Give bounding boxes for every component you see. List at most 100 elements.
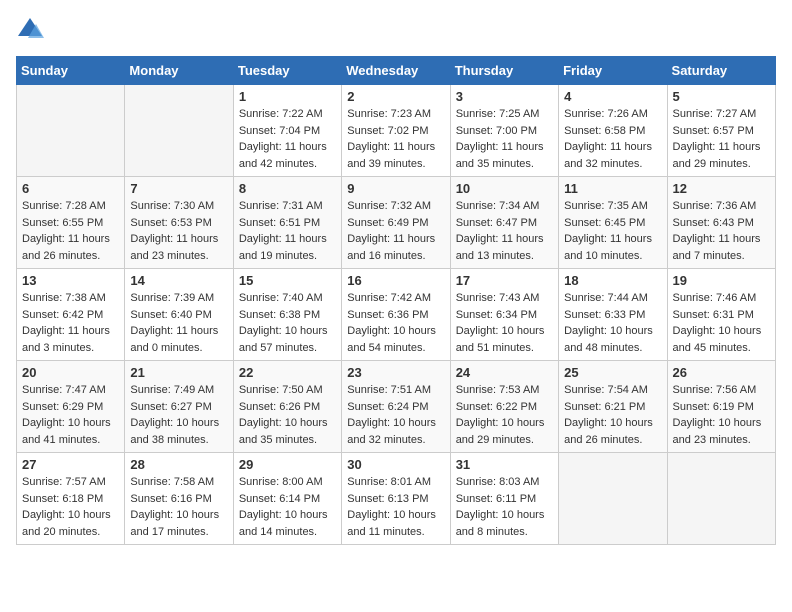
weekday-header-sunday: Sunday bbox=[17, 57, 125, 85]
day-info: Sunrise: 7:57 AMSunset: 6:18 PMDaylight:… bbox=[22, 474, 119, 540]
calendar-cell: 25 Sunrise: 7:54 AMSunset: 6:21 PMDayligh… bbox=[559, 361, 667, 453]
day-info: Sunrise: 7:46 AMSunset: 6:31 PMDaylight:… bbox=[673, 290, 770, 356]
calendar-cell: 21Sunrise: 7:49 AMSunset: 6:27 PMDayligh… bbox=[125, 361, 233, 453]
day-info: Sunrise: 7:36 AMSunset: 6:43 PMDaylight:… bbox=[673, 198, 770, 264]
day-number: 16 bbox=[347, 273, 444, 288]
calendar-cell: 2Sunrise: 7:23 AMSunset: 7:02 PMDaylight… bbox=[342, 85, 450, 177]
day-number: 14 bbox=[130, 273, 227, 288]
calendar-cell: 30 Sunrise: 8:01 AMSunset: 6:13 PMDayligh… bbox=[342, 453, 450, 545]
calendar-week-row: 1Sunrise: 7:22 AMSunset: 7:04 PMDaylight… bbox=[17, 85, 776, 177]
calendar-cell bbox=[125, 85, 233, 177]
calendar-cell: 28 Sunrise: 7:58 AMSunset: 6:16 PMDayligh… bbox=[125, 453, 233, 545]
day-number: 7 bbox=[130, 181, 227, 196]
day-number: 15 bbox=[239, 273, 336, 288]
day-info: Sunrise: 7:47 AMSunset: 6:29 PMDaylight:… bbox=[22, 382, 119, 448]
day-info: Sunrise: 7:30 AMSunset: 6:53 PMDaylight:… bbox=[130, 198, 227, 264]
day-info: Sunrise: 7:26 AMSunset: 6:58 PMDaylight:… bbox=[564, 106, 661, 172]
page-header bbox=[16, 16, 776, 44]
day-info: Sunrise: 7:38 AMSunset: 6:42 PMDaylight:… bbox=[22, 290, 119, 356]
calendar-cell: 27Sunrise: 7:57 AMSunset: 6:18 PMDayligh… bbox=[17, 453, 125, 545]
day-number: 23 bbox=[347, 365, 444, 380]
calendar-cell: 18Sunrise: 7:44 AMSunset: 6:33 PMDayligh… bbox=[559, 269, 667, 361]
day-info: Sunrise: 8:01 AMSunset: 6:13 PMDaylight:… bbox=[347, 474, 444, 540]
day-info: Sunrise: 7:28 AMSunset: 6:55 PMDaylight:… bbox=[22, 198, 119, 264]
day-info: Sunrise: 7:58 AMSunset: 6:16 PMDaylight:… bbox=[130, 474, 227, 540]
day-number: 20 bbox=[22, 365, 119, 380]
calendar-cell: 12 Sunrise: 7:36 AMSunset: 6:43 PMDayligh… bbox=[667, 177, 775, 269]
day-info: Sunrise: 8:00 AMSunset: 6:14 PMDaylight:… bbox=[239, 474, 336, 540]
logo-icon bbox=[16, 16, 44, 44]
calendar-week-row: 27Sunrise: 7:57 AMSunset: 6:18 PMDayligh… bbox=[17, 453, 776, 545]
day-info: Sunrise: 7:31 AMSunset: 6:51 PMDaylight:… bbox=[239, 198, 336, 264]
weekday-header-thursday: Thursday bbox=[450, 57, 558, 85]
calendar-cell: 14Sunrise: 7:39 AMSunset: 6:40 PMDayligh… bbox=[125, 269, 233, 361]
calendar-cell: 17 Sunrise: 7:43 AMSunset: 6:34 PMDayligh… bbox=[450, 269, 558, 361]
day-number: 12 bbox=[673, 181, 770, 196]
weekday-header-saturday: Saturday bbox=[667, 57, 775, 85]
calendar-cell: 9 Sunrise: 7:32 AMSunset: 6:49 PMDaylight… bbox=[342, 177, 450, 269]
calendar-week-row: 13 Sunrise: 7:38 AMSunset: 6:42 PMDayligh… bbox=[17, 269, 776, 361]
calendar-cell: 10 Sunrise: 7:34 AMSunset: 6:47 PMDayligh… bbox=[450, 177, 558, 269]
day-info: Sunrise: 7:54 AMSunset: 6:21 PMDaylight:… bbox=[564, 382, 661, 448]
calendar-cell: 29 Sunrise: 8:00 AMSunset: 6:14 PMDayligh… bbox=[233, 453, 341, 545]
day-info: Sunrise: 7:25 AMSunset: 7:00 PMDaylight:… bbox=[456, 106, 553, 172]
day-number: 25 bbox=[564, 365, 661, 380]
weekday-header-tuesday: Tuesday bbox=[233, 57, 341, 85]
day-number: 28 bbox=[130, 457, 227, 472]
calendar-cell: 22Sunrise: 7:50 AMSunset: 6:26 PMDayligh… bbox=[233, 361, 341, 453]
weekday-header-row: SundayMondayTuesdayWednesdayThursdayFrid… bbox=[17, 57, 776, 85]
logo bbox=[16, 16, 48, 44]
calendar-cell: 26 Sunrise: 7:56 AMSunset: 6:19 PMDayligh… bbox=[667, 361, 775, 453]
day-info: Sunrise: 7:34 AMSunset: 6:47 PMDaylight:… bbox=[456, 198, 553, 264]
day-number: 9 bbox=[347, 181, 444, 196]
calendar-cell: 31 Sunrise: 8:03 AMSunset: 6:11 PMDayligh… bbox=[450, 453, 558, 545]
calendar-cell: 16 Sunrise: 7:42 AMSunset: 6:36 PMDayligh… bbox=[342, 269, 450, 361]
weekday-header-wednesday: Wednesday bbox=[342, 57, 450, 85]
calendar-cell bbox=[667, 453, 775, 545]
day-number: 19 bbox=[673, 273, 770, 288]
day-number: 11 bbox=[564, 181, 661, 196]
calendar-week-row: 6 Sunrise: 7:28 AMSunset: 6:55 PMDaylight… bbox=[17, 177, 776, 269]
day-number: 3 bbox=[456, 89, 553, 104]
calendar-cell: 8 Sunrise: 7:31 AMSunset: 6:51 PMDaylight… bbox=[233, 177, 341, 269]
day-info: Sunrise: 7:51 AMSunset: 6:24 PMDaylight:… bbox=[347, 382, 444, 448]
day-info: Sunrise: 7:27 AMSunset: 6:57 PMDaylight:… bbox=[673, 106, 770, 172]
day-info: Sunrise: 7:32 AMSunset: 6:49 PMDaylight:… bbox=[347, 198, 444, 264]
calendar-cell: 5 Sunrise: 7:27 AMSunset: 6:57 PMDaylight… bbox=[667, 85, 775, 177]
calendar-table: SundayMondayTuesdayWednesdayThursdayFrid… bbox=[16, 56, 776, 545]
day-number: 10 bbox=[456, 181, 553, 196]
calendar-cell: 15Sunrise: 7:40 AMSunset: 6:38 PMDayligh… bbox=[233, 269, 341, 361]
day-number: 17 bbox=[456, 273, 553, 288]
calendar-cell: 23 Sunrise: 7:51 AMSunset: 6:24 PMDayligh… bbox=[342, 361, 450, 453]
day-number: 30 bbox=[347, 457, 444, 472]
day-number: 6 bbox=[22, 181, 119, 196]
calendar-cell: 7 Sunrise: 7:30 AMSunset: 6:53 PMDaylight… bbox=[125, 177, 233, 269]
calendar-cell: 1Sunrise: 7:22 AMSunset: 7:04 PMDaylight… bbox=[233, 85, 341, 177]
day-info: Sunrise: 7:35 AMSunset: 6:45 PMDaylight:… bbox=[564, 198, 661, 264]
calendar-cell: 6 Sunrise: 7:28 AMSunset: 6:55 PMDaylight… bbox=[17, 177, 125, 269]
weekday-header-friday: Friday bbox=[559, 57, 667, 85]
day-info: Sunrise: 7:56 AMSunset: 6:19 PMDaylight:… bbox=[673, 382, 770, 448]
day-number: 5 bbox=[673, 89, 770, 104]
day-number: 1 bbox=[239, 89, 336, 104]
calendar-cell: 4Sunrise: 7:26 AMSunset: 6:58 PMDaylight… bbox=[559, 85, 667, 177]
day-info: Sunrise: 7:50 AMSunset: 6:26 PMDaylight:… bbox=[239, 382, 336, 448]
calendar-cell: 11 Sunrise: 7:35 AMSunset: 6:45 PMDayligh… bbox=[559, 177, 667, 269]
day-number: 18 bbox=[564, 273, 661, 288]
calendar-cell: 3 Sunrise: 7:25 AMSunset: 7:00 PMDaylight… bbox=[450, 85, 558, 177]
day-info: Sunrise: 7:53 AMSunset: 6:22 PMDaylight:… bbox=[456, 382, 553, 448]
day-number: 24 bbox=[456, 365, 553, 380]
day-number: 8 bbox=[239, 181, 336, 196]
day-number: 26 bbox=[673, 365, 770, 380]
calendar-week-row: 20 Sunrise: 7:47 AMSunset: 6:29 PMDayligh… bbox=[17, 361, 776, 453]
calendar-cell: 13 Sunrise: 7:38 AMSunset: 6:42 PMDayligh… bbox=[17, 269, 125, 361]
day-number: 13 bbox=[22, 273, 119, 288]
day-info: Sunrise: 7:23 AMSunset: 7:02 PMDaylight:… bbox=[347, 106, 444, 172]
day-info: Sunrise: 7:42 AMSunset: 6:36 PMDaylight:… bbox=[347, 290, 444, 356]
day-info: Sunrise: 7:43 AMSunset: 6:34 PMDaylight:… bbox=[456, 290, 553, 356]
day-number: 29 bbox=[239, 457, 336, 472]
day-info: Sunrise: 8:03 AMSunset: 6:11 PMDaylight:… bbox=[456, 474, 553, 540]
calendar-cell: 20 Sunrise: 7:47 AMSunset: 6:29 PMDayligh… bbox=[17, 361, 125, 453]
day-number: 31 bbox=[456, 457, 553, 472]
calendar-cell bbox=[559, 453, 667, 545]
